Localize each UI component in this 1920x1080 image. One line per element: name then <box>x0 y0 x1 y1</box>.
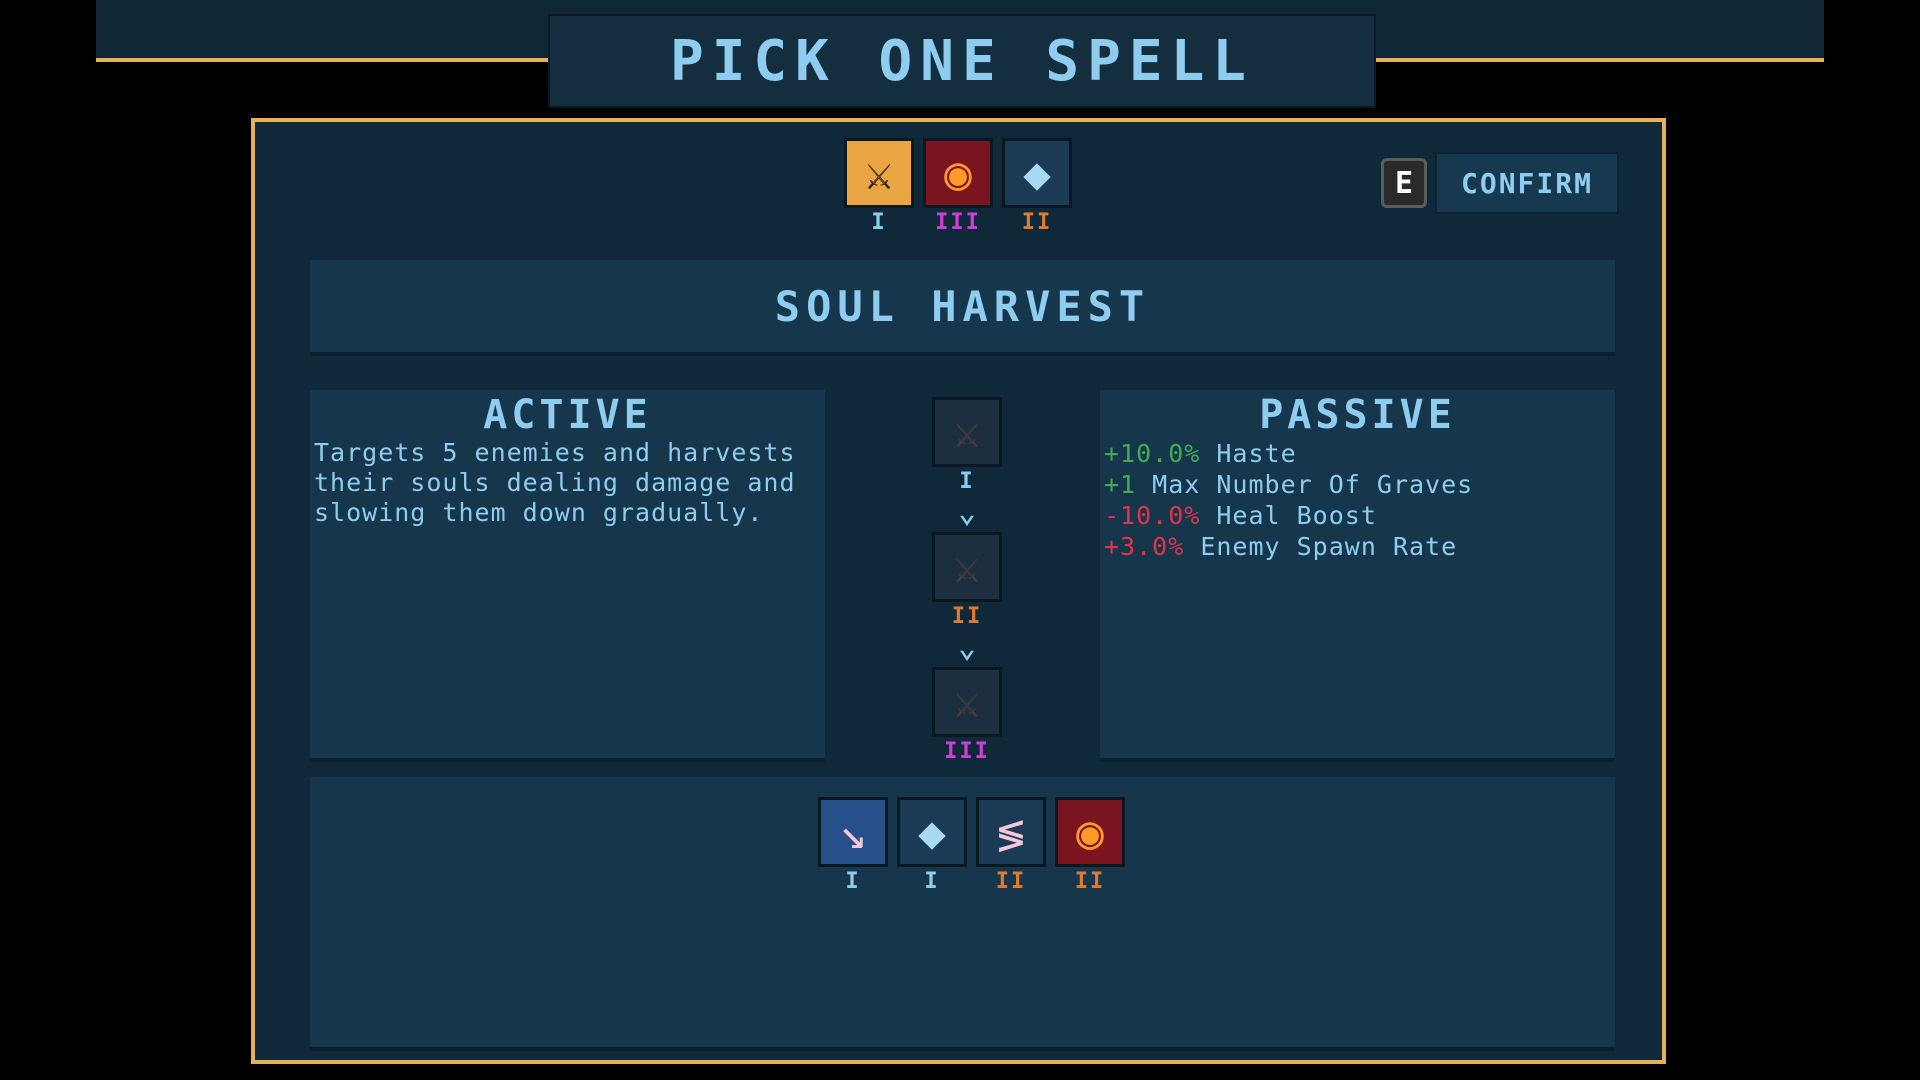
passive-stat: -10.0% Heal Boost <box>1100 500 1615 531</box>
tier-label: II <box>1074 869 1106 894</box>
crystal-icon: ◆ <box>897 797 967 867</box>
page-title: PICK ONE SPELL <box>669 28 1254 94</box>
fire-ring-icon: ◉ <box>1055 797 1125 867</box>
stat-label: Enemy Spawn Rate <box>1200 532 1458 561</box>
tier-label: II <box>951 604 983 629</box>
title-banner: PICK ONE SPELL <box>548 14 1376 108</box>
stat-value: +3.0% <box>1104 532 1185 561</box>
tier-label: I <box>959 469 975 494</box>
tier-label: I <box>845 869 861 894</box>
owned-spells-box: ↘ I ◆ I ≶ II ◉ II <box>310 777 1615 1051</box>
arrow-strike-icon: ↘ <box>818 797 888 867</box>
upgrade-tier-3: ⚔ III <box>932 667 1002 764</box>
tier-label: III <box>935 210 981 235</box>
slash-icon: ≶ <box>976 797 1046 867</box>
key-e-icon: E <box>1381 158 1427 208</box>
passive-stat: +1 Max Number Of Graves <box>1100 469 1615 500</box>
passive-box: PASSIVE +10.0% Haste +1 Max Number Of Gr… <box>1100 390 1615 762</box>
stat-value: -10.0% <box>1104 501 1201 530</box>
passive-stat: +3.0% Enemy Spawn Rate <box>1100 531 1615 562</box>
reaper-locked-icon: ⚔ <box>932 667 1002 737</box>
spell-panel: ⚔ I ◉ III ◆ II E CONFIRM SOUL HARVEST AC… <box>251 118 1666 1064</box>
fire-ring-icon: ◉ <box>923 138 993 208</box>
owned-slot-slash[interactable]: ≶ II <box>976 797 1046 894</box>
stat-value: +1 <box>1104 470 1137 499</box>
active-title: ACTIVE <box>483 392 652 438</box>
tier-label: II <box>995 869 1027 894</box>
tier-label: II <box>1021 210 1053 235</box>
choice-slot-crystal[interactable]: ◆ II <box>1002 138 1072 235</box>
upgrade-path: ⚔ I ⌄ ⚔ II ⌄ ⚔ III <box>932 397 1002 764</box>
stat-value: +10.0% <box>1104 439 1201 468</box>
reaper-locked-icon: ⚔ <box>932 397 1002 467</box>
chevron-down-icon: ⌄ <box>957 630 977 665</box>
confirm-group: E CONFIRM <box>1381 152 1619 214</box>
chevron-down-icon: ⌄ <box>957 495 977 530</box>
active-description: Targets 5 enemies and harvests their sou… <box>314 438 796 527</box>
reaper-locked-icon: ⚔ <box>932 532 1002 602</box>
reaper-icon: ⚔ <box>844 138 914 208</box>
stat-label: Max Number Of Graves <box>1152 470 1474 499</box>
tier-label: III <box>944 739 990 764</box>
tier-label: I <box>871 210 887 235</box>
choice-slot-fire-ring[interactable]: ◉ III <box>923 138 993 235</box>
owned-slot-crystal[interactable]: ◆ I <box>897 797 967 894</box>
spell-name: SOUL HARVEST <box>774 281 1151 331</box>
passive-stat: +10.0% Haste <box>1100 438 1615 469</box>
crystal-icon: ◆ <box>1002 138 1072 208</box>
passive-title: PASSIVE <box>1259 392 1456 438</box>
tier-label: I <box>924 869 940 894</box>
owned-slot-arrow-strike[interactable]: ↘ I <box>818 797 888 894</box>
stat-label: Heal Boost <box>1216 501 1377 530</box>
confirm-button[interactable]: CONFIRM <box>1435 152 1619 214</box>
upgrade-tier-2: ⚔ II <box>932 532 1002 629</box>
active-box: ACTIVE Targets 5 enemies and harvests th… <box>310 390 825 762</box>
spell-name-box: SOUL HARVEST <box>310 260 1615 356</box>
upgrade-tier-1: ⚔ I <box>932 397 1002 494</box>
choice-slot-reaper[interactable]: ⚔ I <box>844 138 914 235</box>
stat-label: Haste <box>1216 439 1297 468</box>
owned-slot-fire-ring[interactable]: ◉ II <box>1055 797 1125 894</box>
